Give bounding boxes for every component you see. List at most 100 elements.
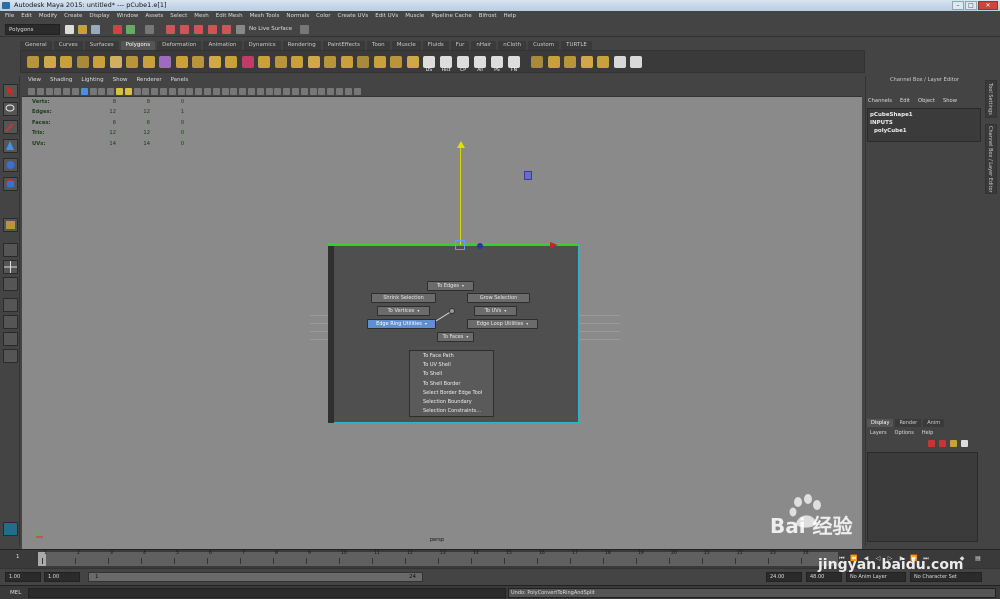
submenu-to-uv-shell[interactable]: To UV Shell bbox=[410, 361, 493, 370]
menu-mesh-tools[interactable]: Mesh Tools bbox=[250, 11, 280, 22]
viewport-tool-1-icon[interactable] bbox=[28, 88, 35, 95]
shelf-tab-surfaces[interactable]: Surfaces bbox=[84, 41, 119, 50]
construction-history-icon[interactable] bbox=[300, 25, 309, 34]
shelf-tool-11-icon[interactable] bbox=[192, 56, 204, 68]
shelf-tab-deformation[interactable]: Deformation bbox=[157, 41, 202, 50]
shelf-tool-3-icon[interactable] bbox=[60, 56, 72, 68]
playback-start-field[interactable]: 1.00 bbox=[44, 572, 80, 582]
submenu-selection-constraints[interactable]: Selection Constraints... bbox=[410, 407, 493, 416]
save-scene-icon[interactable] bbox=[91, 25, 100, 34]
shelf-tab-nhair[interactable]: nHair bbox=[471, 41, 497, 50]
shelf-tool-15-icon[interactable] bbox=[258, 56, 270, 68]
close-button[interactable]: ✕ bbox=[978, 1, 998, 10]
end-time-field[interactable]: 48.00 bbox=[806, 572, 842, 582]
submenu-selection-boundary[interactable]: Selection Boundary bbox=[410, 398, 493, 407]
character-set-dropdown[interactable]: No Character Set bbox=[910, 572, 982, 582]
select-object-icon[interactable] bbox=[126, 25, 135, 34]
menu-color[interactable]: Color bbox=[316, 11, 330, 22]
shelf-tab-muscle[interactable]: Muscle bbox=[391, 41, 421, 50]
shelf-tab-toon[interactable]: Toon bbox=[367, 41, 390, 50]
playback-range-bar[interactable]: 1 24 bbox=[88, 572, 423, 582]
viewport-tool-5-icon[interactable] bbox=[63, 88, 71, 95]
edge-loop-utilities-button[interactable]: Edge Loop Utilities ▾ bbox=[467, 319, 538, 329]
shelf-extra-tool-6-icon[interactable] bbox=[613, 56, 626, 68]
menu-set-dropdown[interactable]: Polygons bbox=[5, 24, 60, 35]
submenu-to-shell-border[interactable]: To Shell Border bbox=[410, 380, 493, 389]
minimize-button[interactable]: – bbox=[952, 1, 964, 10]
tool-settings-tab[interactable]: Tool Settings bbox=[985, 80, 997, 118]
viewport-menu-renderer[interactable]: Renderer bbox=[136, 76, 161, 85]
grow-selection-button[interactable]: Grow Selection bbox=[467, 293, 530, 303]
playback-end-field[interactable]: 24.00 bbox=[766, 572, 802, 582]
layer-tab-display[interactable]: Display bbox=[867, 419, 894, 427]
menu-help[interactable]: Help bbox=[503, 11, 516, 22]
viewport-tool-3-icon[interactable] bbox=[45, 88, 53, 95]
viewport-menu-view[interactable]: View bbox=[28, 76, 41, 85]
shelf-tab-dynamics[interactable]: Dynamics bbox=[243, 41, 281, 50]
channel-menu-object[interactable]: Object bbox=[918, 98, 935, 104]
channel-box-layer-editor-tab[interactable]: Channel Box / Layer Editor bbox=[985, 124, 997, 194]
shelf-tool-24-icon[interactable] bbox=[406, 56, 419, 68]
shelf-tab-rendering[interactable]: Rendering bbox=[282, 41, 321, 50]
submenu-to-face-path[interactable]: To Face Path bbox=[410, 352, 493, 361]
menu-edit[interactable]: Edit bbox=[21, 11, 32, 22]
last-tool-used-icon[interactable] bbox=[3, 218, 18, 232]
viewport-tool-9-icon[interactable] bbox=[98, 88, 106, 95]
snap-grid-icon[interactable] bbox=[166, 25, 175, 34]
shelf-tool-16-icon[interactable] bbox=[274, 56, 287, 68]
shelf-tool-20-icon[interactable] bbox=[340, 56, 353, 68]
viewport-tool-14-icon[interactable] bbox=[142, 88, 150, 95]
shrink-selection-button[interactable]: Shrink Selection bbox=[371, 293, 436, 303]
shelf-tool-2-icon[interactable] bbox=[43, 56, 56, 68]
viewport-tool-37-icon[interactable] bbox=[344, 88, 352, 95]
single-perspective-layout-icon[interactable] bbox=[3, 243, 18, 257]
script-language-label[interactable]: MEL bbox=[10, 588, 21, 598]
viewport-tool-11-icon[interactable] bbox=[116, 88, 123, 95]
channel-menu-edit[interactable]: Edit bbox=[900, 98, 910, 104]
viewport-tool-35-icon[interactable] bbox=[327, 88, 335, 95]
outliner-layout-icon[interactable] bbox=[3, 332, 18, 346]
persp-graph-layout-icon[interactable] bbox=[3, 298, 18, 312]
shelf-tool-10-icon[interactable] bbox=[175, 56, 188, 68]
y-axis-arrow-icon[interactable] bbox=[457, 141, 465, 148]
to-uvs-button[interactable]: To UVs ▾ bbox=[474, 306, 517, 316]
viewport-tool-25-icon[interactable] bbox=[239, 88, 247, 95]
shelf-tool-6-icon[interactable] bbox=[109, 56, 122, 68]
layer-options-icon[interactable] bbox=[950, 440, 957, 447]
shelf-tool-12-icon[interactable] bbox=[208, 56, 221, 68]
open-scene-icon[interactable] bbox=[78, 25, 87, 34]
shelf-tool-19-icon[interactable] bbox=[324, 56, 336, 68]
viewport-tool-13-icon[interactable] bbox=[133, 88, 141, 95]
layer-menu-options[interactable]: Options bbox=[895, 430, 914, 436]
shelf-extra-tool-3-icon[interactable] bbox=[564, 56, 576, 68]
shelf-tool-14-icon[interactable] bbox=[241, 56, 254, 68]
select-hierarchy-icon[interactable] bbox=[113, 25, 122, 34]
shelf-all-icon[interactable]: All bbox=[474, 56, 486, 73]
to-faces-button[interactable]: To Faces ▾ bbox=[437, 332, 474, 342]
viewport-tool-30-icon[interactable] bbox=[283, 88, 291, 95]
viewport-tool-18-icon[interactable] bbox=[177, 88, 185, 95]
viewport-tool-24-icon[interactable] bbox=[230, 88, 238, 95]
viewport-tool-17-icon[interactable] bbox=[168, 88, 176, 95]
shelf-tab-fluids[interactable]: Fluids bbox=[422, 41, 449, 50]
viewport-tool-22-icon[interactable] bbox=[212, 88, 220, 95]
viewport-tool-16-icon[interactable] bbox=[160, 88, 167, 95]
viewport-menu-panels[interactable]: Panels bbox=[171, 76, 189, 85]
shelf-tool-5-icon[interactable] bbox=[93, 56, 105, 68]
manipulator-plane-handle[interactable] bbox=[524, 171, 532, 180]
shelf-tab-custom[interactable]: Custom bbox=[528, 41, 560, 50]
layer-menu-layers[interactable]: Layers bbox=[870, 430, 887, 436]
menu-create[interactable]: Create bbox=[64, 11, 82, 22]
layer-tab-anim[interactable]: Anim bbox=[923, 419, 945, 427]
menu-select[interactable]: Select bbox=[170, 11, 187, 22]
maximize-button[interactable]: □ bbox=[965, 1, 977, 10]
menu-file[interactable]: File bbox=[5, 11, 14, 22]
snap-curve-icon[interactable] bbox=[180, 25, 189, 34]
viewport-menu-lighting[interactable]: Lighting bbox=[81, 76, 103, 85]
viewport-tool-31-icon[interactable] bbox=[292, 88, 299, 95]
scale-tool-icon[interactable] bbox=[3, 177, 18, 191]
viewport-tool-27-icon[interactable] bbox=[256, 88, 264, 95]
viewport-tool-23-icon[interactable] bbox=[221, 88, 229, 95]
layer-tab-render[interactable]: Render bbox=[895, 419, 922, 427]
menu-muscle[interactable]: Muscle bbox=[405, 11, 424, 22]
